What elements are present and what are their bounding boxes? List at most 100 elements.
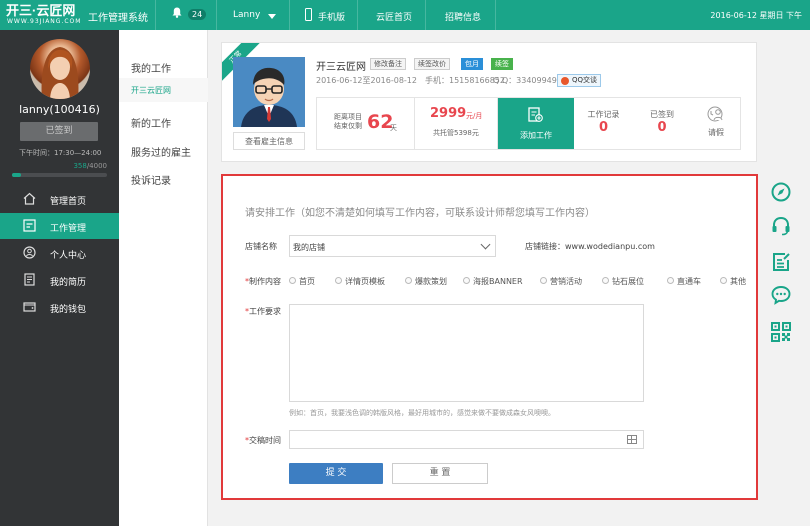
add-work-button[interactable]: 添加工作 (498, 98, 574, 149)
signed-in-button[interactable]: 已签到 (20, 122, 98, 141)
price-unit: 元/月 (466, 112, 483, 120)
shop-select[interactable]: 我的店铺 (289, 235, 496, 257)
shop-select-value: 我的店铺 (293, 243, 325, 252)
deadline-date-input[interactable] (289, 430, 644, 449)
avatar[interactable] (30, 39, 90, 99)
deadline-label-text: 交稿时间 (249, 436, 281, 445)
price-value: 2999 (430, 106, 467, 121)
content-label: *制作内容 (245, 276, 281, 287)
submenu-new-work[interactable]: 新的工作 (131, 115, 171, 130)
submenu-current-shop-label: 开三云匠网 (131, 86, 171, 95)
radio-circle[interactable] (667, 277, 674, 284)
headset-icon[interactable] (770, 215, 792, 237)
nav-home-link[interactable]: 云匠首页 (376, 10, 412, 23)
progress-current: 358 (73, 162, 87, 170)
progress-bar (12, 173, 107, 177)
option-label: 首页 (299, 277, 315, 286)
submenu-current-shop[interactable]: 开三云匠网 (119, 78, 208, 102)
edit-list-icon[interactable] (770, 251, 792, 273)
leave-label: 请假 (708, 128, 724, 137)
submenu-complaints[interactable]: 投诉记录 (131, 172, 171, 187)
option-hot-product[interactable]: 爆款策划 (405, 276, 447, 287)
sidebar-item-work-manage[interactable]: 工作管理 (0, 213, 119, 239)
user-menu-name[interactable]: Lanny (233, 10, 260, 20)
sidebar: lanny(100416) 已签到 下午时间：17:30—24:00 358/4… (0, 30, 119, 526)
option-detail-template[interactable]: 详情页模板 (335, 276, 385, 287)
signed-cell[interactable]: 已签到 0 (633, 98, 691, 149)
qrcode-icon[interactable] (770, 321, 792, 343)
nav-mobile-link[interactable]: 手机版 (318, 10, 345, 23)
qq-chat-button[interactable]: QQ交谈 (557, 74, 602, 87)
system-title: 工作管理系统 (88, 13, 148, 24)
employer-qq: Q Q：3340994903 (493, 76, 568, 85)
radio-circle[interactable] (463, 277, 470, 284)
option-label: 海报BANNER (473, 277, 523, 286)
remaining-label-line2: 结束仅剩 (334, 122, 362, 130)
employer-name: 开三云匠网 (316, 62, 366, 73)
edit-remark-button[interactable]: 修改备注 (370, 58, 406, 70)
option-marketing[interactable]: 营销活动 (540, 276, 582, 287)
radio-circle[interactable] (602, 277, 609, 284)
radio-circle[interactable] (405, 277, 412, 284)
radio-circle[interactable] (289, 277, 296, 284)
work-arrangement-form: 请安排工作（如您不清楚如何填写工作内容，可联系设计师帮您填写工作内容） 店铺名称… (221, 174, 758, 500)
divider (216, 0, 217, 30)
radio-circle[interactable] (720, 277, 727, 284)
requirement-label-text: 工作要求 (249, 307, 281, 316)
employer-card: 正常 查看雇主信息 开三云匠网 修改备注 续签改价 包月 续签 2016-06-… (221, 42, 757, 162)
requirement-textarea[interactable] (289, 304, 644, 402)
leave-cell[interactable]: 请假 (691, 98, 741, 149)
submenu-served-employers[interactable]: 服务过的雇主 (131, 144, 191, 159)
user-center-icon (23, 246, 36, 259)
option-label: 其他 (730, 277, 746, 286)
option-label: 详情页模板 (345, 277, 385, 286)
option-label: 营销活动 (550, 277, 582, 286)
content-label-text: 制作内容 (249, 277, 281, 286)
monthly-badge: 包月 (461, 58, 483, 70)
chevron-down-icon[interactable] (268, 14, 276, 19)
submenu-my-work[interactable]: 我的工作 (131, 60, 171, 75)
option-diamond-booth[interactable]: 钻石展位 (602, 276, 644, 287)
date-display: 2016-06-12 星期日 下午 (710, 11, 802, 20)
reset-button[interactable]: 重 置 (392, 463, 488, 484)
notification-count-badge[interactable]: 24 (188, 9, 207, 20)
work-records-cell[interactable]: 工作记录 0 (574, 98, 633, 149)
sidebar-item-wallet[interactable]: 我的钱包 (0, 294, 119, 320)
view-employer-button[interactable]: 查看雇主信息 (233, 132, 305, 150)
bell-icon[interactable] (172, 7, 182, 18)
form-title: 请安排工作（如您不清楚如何填写工作内容，可联系设计师帮您填写工作内容） (245, 208, 595, 219)
signed-label: 已签到 (650, 110, 674, 119)
days-unit: 天 (390, 124, 397, 132)
requirement-label: *工作要求 (245, 306, 281, 317)
sidebar-item-label: 我的简历 (50, 278, 87, 288)
option-label: 直通车 (677, 277, 701, 286)
nav-jobs-link[interactable]: 招聘信息 (445, 10, 481, 23)
radio-circle[interactable] (335, 277, 342, 284)
stats-bar: 距离项目 结束仅剩 62 天 2999 元/月 共托管5398元 添加工作 工作记… (316, 97, 741, 150)
site-logo[interactable]: 开三·云匠网 WWW.93JIANG.COM (6, 4, 80, 26)
sidebar-item-label: 工作管理 (50, 224, 87, 234)
logo-subtext: WWW.93JIANG.COM (7, 18, 82, 25)
calendar-icon[interactable] (627, 435, 637, 444)
sidebar-item-user-center[interactable]: 个人中心 (0, 240, 119, 266)
option-other[interactable]: 其他 (720, 276, 746, 287)
option-label: 钻石展位 (612, 277, 644, 286)
progress-value: 358/4000 (73, 162, 107, 170)
option-home[interactable]: 首页 (289, 276, 315, 287)
qq-chat-label: QQ交谈 (572, 76, 598, 84)
chat-bubble-icon[interactable] (770, 284, 792, 306)
remaining-label-line1: 距离项目 (334, 113, 362, 121)
sidebar-item-home[interactable]: 管理首页 (0, 186, 119, 212)
radio-circle[interactable] (540, 277, 547, 284)
renew-change-price-button[interactable]: 续签改价 (414, 58, 450, 70)
user-display-name: lanny(100416) (19, 103, 100, 116)
option-poster-banner[interactable]: 海报BANNER (463, 276, 523, 287)
sidebar-item-label: 我的钱包 (50, 305, 87, 315)
sidebar-item-resume[interactable]: 我的简历 (0, 267, 119, 293)
compass-icon[interactable] (770, 181, 792, 203)
option-through-train[interactable]: 直通车 (667, 276, 701, 287)
sub-menu: 我的工作 开三云匠网 新的工作 服务过的雇主 投诉记录 (119, 30, 208, 526)
sidebar-item-label: 管理首页 (50, 197, 87, 207)
submit-button[interactable]: 提 交 (289, 463, 383, 484)
top-bar: 开三·云匠网 WWW.93JIANG.COM 工作管理系统 24 Lanny 手… (0, 0, 810, 30)
